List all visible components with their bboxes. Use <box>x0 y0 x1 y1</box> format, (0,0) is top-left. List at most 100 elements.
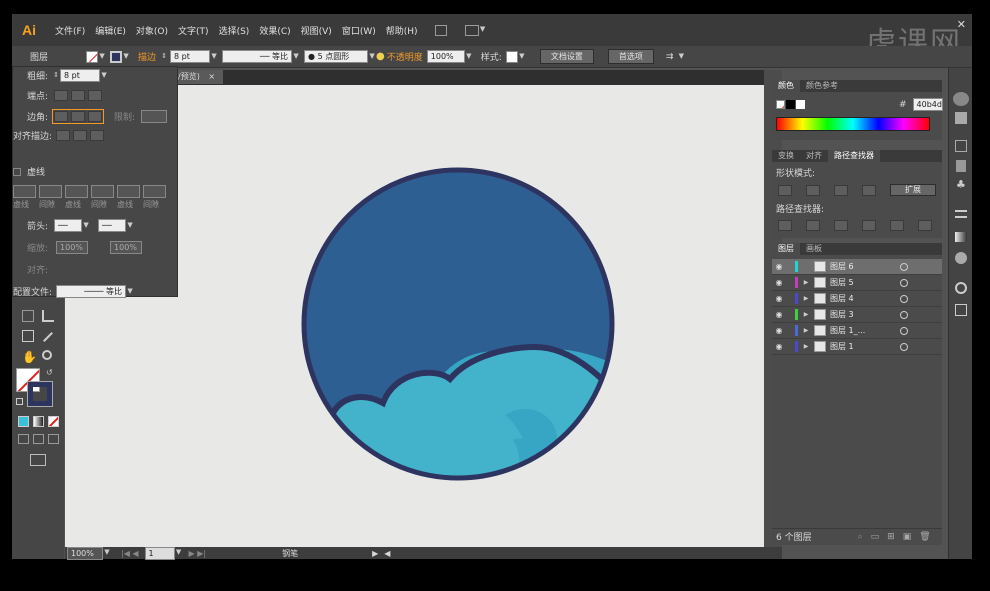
start-arrowhead[interactable]: ── <box>54 219 83 232</box>
document-setup-button[interactable]: 文档设置 <box>539 49 594 64</box>
opacity-label[interactable]: 不透明度 <box>387 50 423 63</box>
layer-name[interactable]: 图层 5 <box>830 277 896 288</box>
new-sublayer-icon[interactable]: ⊞ <box>887 532 895 542</box>
screen-mode-icon[interactable] <box>30 454 46 466</box>
visibility-eye-icon[interactable]: ◉ <box>772 310 786 319</box>
expand-button[interactable]: 扩展 <box>890 184 936 196</box>
minus-front-icon[interactable] <box>806 184 820 196</box>
crop-icon[interactable] <box>862 220 876 231</box>
dash-field[interactable] <box>117 185 140 198</box>
miter-join-icon[interactable] <box>54 111 69 122</box>
hand-tool-icon[interactable]: ✋ <box>22 350 37 364</box>
layer-row[interactable]: ◉ ▶ 图层 1 <box>772 339 942 355</box>
weight-field[interactable]: 8 pt <box>60 69 101 82</box>
stroke-weight-dropdown-icon[interactable]: ▼ <box>210 52 218 62</box>
layer-name[interactable]: 图层 1 <box>830 341 896 352</box>
align-outside-icon[interactable] <box>90 130 105 141</box>
layer-target-icon[interactable] <box>900 262 908 271</box>
expand-layer-icon[interactable]: ▶ <box>801 327 811 334</box>
zoom-field[interactable]: 100% <box>67 546 103 560</box>
align-inside-icon[interactable] <box>73 130 88 141</box>
tab-color[interactable]: 颜色 <box>772 80 800 92</box>
layer-name[interactable]: 图层 6 <box>830 261 896 272</box>
layer-row[interactable]: ◉ 图层 6 <box>772 259 942 275</box>
stroke-swatch[interactable] <box>110 50 123 63</box>
menu-item[interactable]: 编辑(E) <box>90 24 131 37</box>
profile-field-dropdown-icon[interactable]: ▼ <box>126 287 134 297</box>
artboard-tool-icon[interactable] <box>22 330 34 342</box>
white-swatch[interactable] <box>796 100 805 109</box>
opacity-dropdown-icon[interactable]: ▼ <box>465 52 473 62</box>
profile-field[interactable]: ──── 等比 <box>56 285 127 298</box>
symbols-icon[interactable]: ♣ <box>956 178 966 191</box>
brush-definition[interactable]: ● 5 点圆形 <box>304 50 369 63</box>
merge-icon[interactable] <box>834 220 848 231</box>
layer-row[interactable]: ◉ ▶ 图层 1_... <box>772 323 942 339</box>
dash-field[interactable] <box>143 185 166 198</box>
visibility-eye-icon[interactable]: ◉ <box>772 262 786 271</box>
swap-fill-stroke-icon[interactable]: ↺ <box>46 368 53 377</box>
round-cap-icon[interactable] <box>71 90 86 101</box>
menu-item[interactable]: 帮助(H) <box>381 24 423 37</box>
stroke-stepper-icon[interactable]: ⇕ <box>160 52 168 62</box>
stroke-dropdown-icon[interactable]: ▼ <box>122 52 130 62</box>
end-arrowhead[interactable]: ── <box>98 219 127 232</box>
layer-row[interactable]: ◉ ▶ 图层 3 <box>772 307 942 323</box>
variable-width-profile[interactable]: ── 等比 <box>222 50 293 63</box>
tab-artboards[interactable]: 画板 <box>800 243 828 255</box>
butt-cap-icon[interactable] <box>54 90 69 101</box>
visibility-eye-icon[interactable]: ◉ <box>772 326 786 335</box>
expand-layer-icon[interactable]: ▶ <box>801 295 811 302</box>
slice-tool-icon[interactable] <box>43 332 53 342</box>
layer-name[interactable]: 图层 3 <box>830 309 896 320</box>
visibility-eye-icon[interactable]: ◉ <box>772 342 786 351</box>
menu-item[interactable]: 选择(S) <box>214 24 255 37</box>
exclude-icon[interactable] <box>862 184 876 196</box>
color-mode-icon[interactable] <box>18 416 29 427</box>
stroke-weight-field[interactable]: 8 pt <box>170 50 211 63</box>
color-guide-icon[interactable] <box>955 112 967 124</box>
expand-layer-icon[interactable]: ▶ <box>801 311 811 318</box>
divide-icon[interactable] <box>778 220 792 231</box>
zoom-tool-icon[interactable] <box>42 350 52 360</box>
color-panel-icon[interactable] <box>953 92 969 106</box>
hex-field[interactable]: 40b4d <box>912 98 943 111</box>
fill-dropdown-icon[interactable]: ▼ <box>98 52 106 62</box>
default-colors-icon[interactable] <box>16 398 23 405</box>
gradient-mode-icon[interactable] <box>33 416 44 427</box>
tab-align[interactable]: 对齐 <box>800 150 828 162</box>
column-graph-icon[interactable] <box>42 310 54 322</box>
window-close-icon[interactable]: ✕ <box>957 18 966 31</box>
layer-target-icon[interactable] <box>900 294 908 303</box>
layer-target-icon[interactable] <box>900 310 908 319</box>
layer-name[interactable]: 图层 4 <box>830 293 896 304</box>
tab-layers[interactable]: 图层 <box>772 243 800 255</box>
color-spectrum[interactable] <box>776 117 930 131</box>
draw-normal-icon[interactable] <box>18 434 29 444</box>
limit-field[interactable] <box>141 110 168 123</box>
symbol-sprayer-icon[interactable] <box>22 310 34 322</box>
menu-item[interactable]: 窗口(W) <box>337 24 381 37</box>
dash-field[interactable] <box>13 185 36 198</box>
stroke-label[interactable]: 描边 <box>138 50 156 63</box>
zoom-dropdown-icon[interactable]: ▼ <box>103 548 111 558</box>
dash-field[interactable] <box>39 185 62 198</box>
bridge-icon[interactable] <box>434 24 447 36</box>
stroke-color-box[interactable] <box>27 381 53 407</box>
outline-icon[interactable] <box>890 220 904 231</box>
end-scale-field[interactable]: 100% <box>110 241 143 254</box>
menu-item[interactable]: 对象(O) <box>131 24 173 37</box>
bevel-join-icon[interactable] <box>88 111 103 122</box>
unite-icon[interactable] <box>778 184 792 196</box>
align-center-icon[interactable] <box>56 130 71 141</box>
layer-row[interactable]: ◉ ▶ 图层 4 <box>772 291 942 307</box>
opacity-field[interactable]: 100% <box>426 50 465 63</box>
next-artboard-icon[interactable]: ▶ ▶| <box>189 549 207 558</box>
menu-item[interactable]: 文件(F) <box>50 24 90 37</box>
hscroll-left-icon[interactable]: ◀ <box>384 549 390 558</box>
transparency-panel-icon[interactable] <box>955 252 967 264</box>
preferences-button[interactable]: 首选项 <box>607 49 654 64</box>
menu-item[interactable]: 文字(T) <box>173 24 214 37</box>
dash-field[interactable] <box>91 185 114 198</box>
weight-stepper-icon[interactable]: ⇕ <box>52 71 60 81</box>
